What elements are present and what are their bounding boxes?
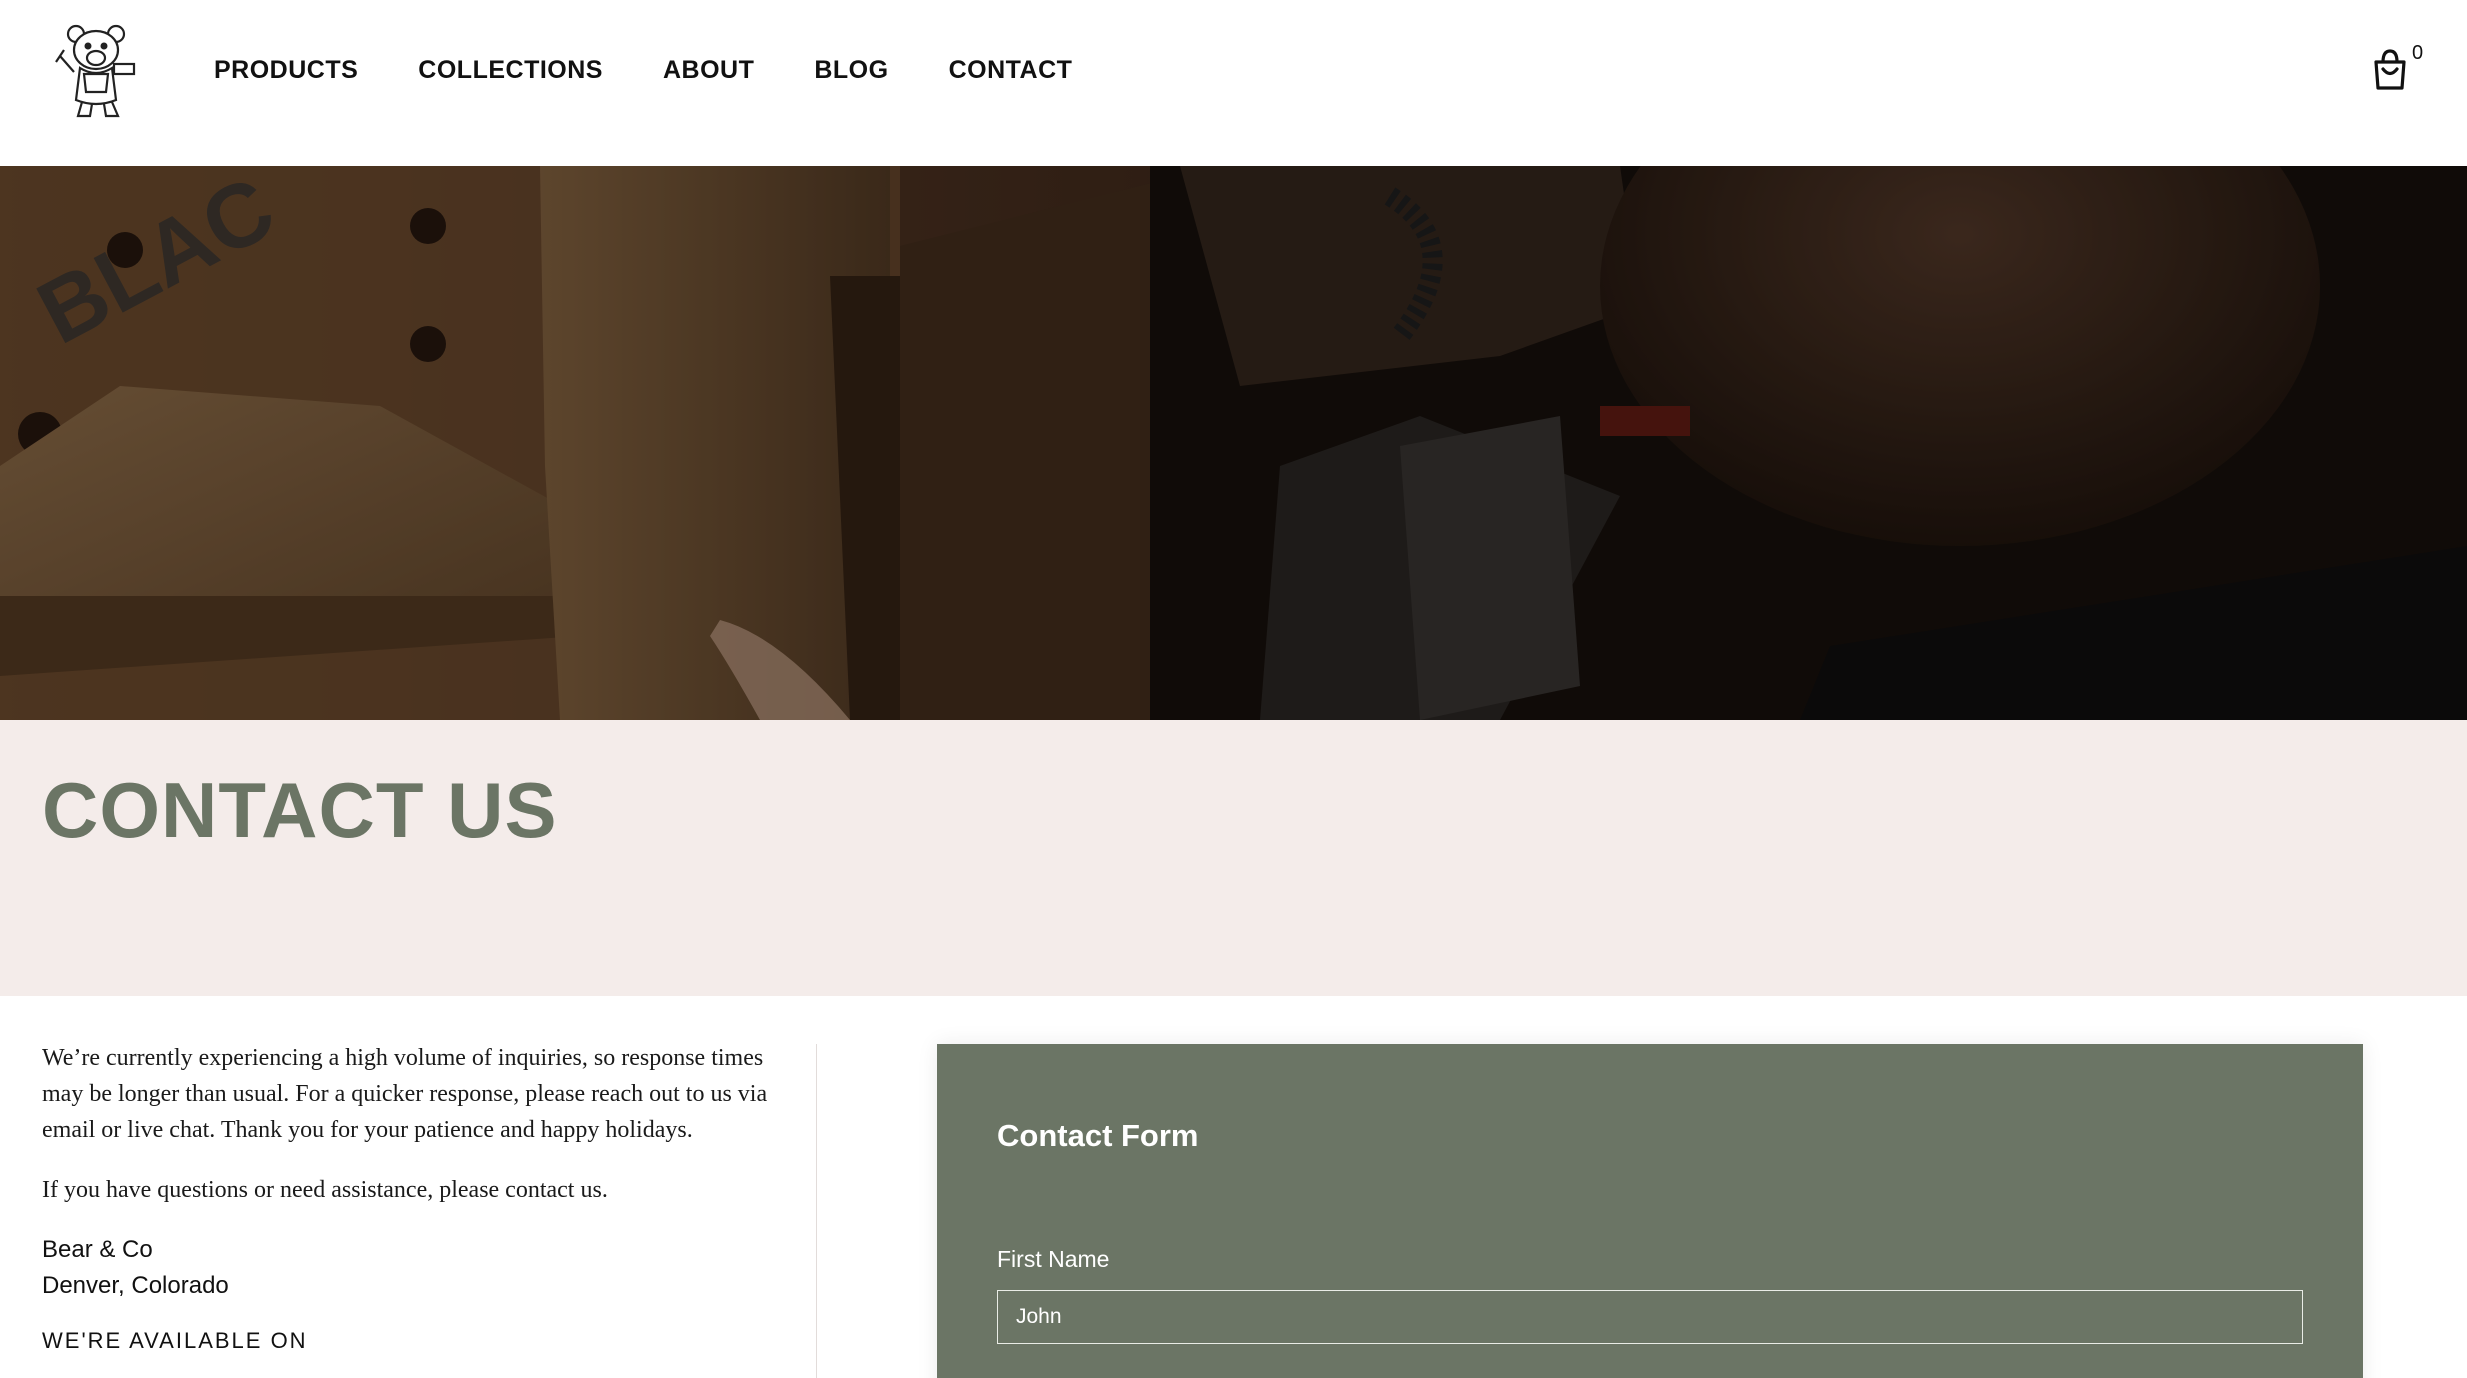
column-divider [816,1044,817,1378]
notice-paragraph: We’re currently experiencing a high volu… [42,1045,768,1143]
page-title: CONTACT US [42,766,558,854]
form-title: Contact Form [997,1118,1199,1153]
nav-collections[interactable]: COLLECTIONS [418,52,603,88]
nav-contact[interactable]: CONTACT [949,52,1073,88]
company-location: Denver, Colorado [42,1272,229,1299]
hero-image: BLAC [0,166,2467,720]
page-title-band: CONTACT US [0,720,2467,996]
bear-logo-icon[interactable] [54,20,146,120]
first-name-label: First Name [997,1246,1110,1272]
company-name: Bear & Co [42,1236,153,1263]
nav-blog[interactable]: BLOG [814,52,888,88]
assistance-paragraph: If you have questions or need assistance… [42,1177,608,1203]
nav-products[interactable]: PRODUCTS [214,52,358,88]
site-header: PRODUCTS COLLECTIONS ABOUT BLOG CONTACT … [0,0,2467,166]
nav-about[interactable]: ABOUT [663,52,754,88]
contact-info: We’re currently experiencing a high volu… [42,1040,792,1356]
main-nav: PRODUCTS COLLECTIONS ABOUT BLOG CONTACT [214,52,1132,88]
availability-heading: WE'RE AVAILABLE ON [42,1328,308,1353]
first-name-field[interactable] [997,1290,2303,1344]
cart-count-badge: 0 [2412,42,2424,64]
contact-form: Contact Form First Name [937,1044,2363,1378]
address-block: Bear & Co Denver, Colorado [42,1232,792,1304]
shopping-bag-icon[interactable] [2370,48,2414,96]
